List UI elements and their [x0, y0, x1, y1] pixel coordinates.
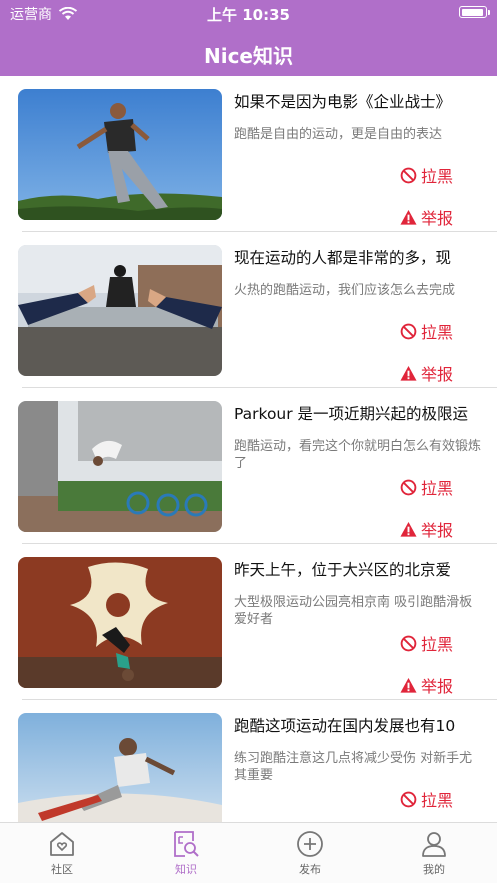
report-label: 举报 [421, 365, 454, 384]
tab-bar: 社区 知识 发布 我的 [0, 822, 497, 883]
article-thumbnail[interactable] [18, 713, 222, 822]
user-icon [422, 832, 446, 857]
warning-icon [400, 209, 417, 225]
tab-knowledge[interactable]: 知识 [124, 829, 248, 877]
plus-circle-icon [297, 831, 323, 857]
block-icon [400, 323, 417, 339]
tab-label: 知识 [175, 863, 197, 876]
block-button[interactable]: 拉黑 [400, 163, 453, 187]
article-title[interactable]: 跑酷这项运动在国内发展也有10 [234, 714, 487, 736]
article-description: 跑酷是自由的运动，更是自由的表达 [234, 127, 443, 142]
article-card[interactable]: 现在运动的人都是非常的多，现 火热的跑酷运动，我们应该怎么去完成 拉黑 举报 [0, 232, 497, 388]
tab-community[interactable]: 社区 [0, 829, 124, 877]
report-button[interactable]: 举报 [400, 673, 453, 697]
tab-label: 社区 [51, 863, 73, 876]
status-bar: 运营商 上午 10:35 [0, 0, 497, 26]
block-label: 拉黑 [421, 635, 454, 654]
warning-icon [400, 677, 417, 693]
header: 运营商 上午 10:35 Nice知识 [0, 0, 497, 76]
article-title[interactable]: 如果不是因为电影《企业战士》 [234, 90, 487, 112]
block-button[interactable]: 拉黑 [400, 631, 453, 655]
report-button[interactable]: 举报 [400, 205, 453, 229]
article-title[interactable]: 现在运动的人都是非常的多，现 [234, 246, 487, 268]
page-title: Nice知识 [203, 44, 293, 68]
report-button[interactable]: 举报 [400, 361, 453, 385]
article-title[interactable]: Parkour 是一项近期兴起的极限运 [234, 402, 487, 424]
tab-publish[interactable]: 发布 [248, 829, 372, 877]
block-icon [400, 479, 417, 495]
block-icon [400, 167, 417, 183]
article-thumbnail[interactable] [18, 89, 222, 220]
block-button[interactable]: 拉黑 [400, 475, 453, 499]
article-card[interactable]: 跑酷这项运动在国内发展也有10 练习跑酷注意这几点将减少受伤 对新手尤其重要 拉… [0, 700, 497, 822]
tab-label: 我的 [423, 863, 445, 876]
block-label: 拉黑 [421, 323, 454, 342]
article-description: 练习跑酷注意这几点将减少受伤 对新手尤其重要 [234, 751, 473, 783]
block-button[interactable]: 拉黑 [400, 787, 453, 811]
article-card[interactable]: 昨天上午，位于大兴区的北京爱 大型极限运动公园亮相京南 吸引跑酷滑板爱好者 拉黑… [0, 544, 497, 700]
report-label: 举报 [421, 677, 454, 696]
block-label: 拉黑 [421, 791, 454, 810]
report-label: 举报 [421, 209, 454, 228]
home-heart-icon [50, 832, 74, 856]
battery-level [461, 8, 484, 16]
block-label: 拉黑 [421, 479, 454, 498]
report-label: 举报 [421, 521, 454, 540]
warning-icon [400, 521, 417, 537]
block-button[interactable]: 拉黑 [400, 319, 453, 343]
block-icon [400, 635, 417, 651]
warning-icon [400, 365, 417, 381]
knowledge-icon [174, 831, 199, 857]
block-icon [400, 791, 417, 807]
article-thumbnail[interactable] [18, 557, 222, 688]
tab-label: 发布 [299, 863, 321, 876]
article-thumbnail[interactable] [18, 245, 222, 376]
block-label: 拉黑 [421, 167, 454, 186]
article-description: 大型极限运动公园亮相京南 吸引跑酷滑板爱好者 [234, 595, 473, 627]
tab-profile[interactable]: 我的 [372, 829, 496, 877]
article-description: 跑酷运动，看完这个你就明白怎么有效锻炼了 [234, 439, 482, 471]
article-card[interactable]: 如果不是因为电影《企业战士》 跑酷是自由的运动，更是自由的表达 拉黑 举报 [0, 76, 497, 232]
battery-icon [459, 6, 490, 18]
report-button[interactable]: 举报 [400, 517, 453, 541]
article-title[interactable]: 昨天上午，位于大兴区的北京爱 [234, 558, 487, 580]
article-thumbnail[interactable] [18, 401, 222, 532]
article-list[interactable]: 如果不是因为电影《企业战士》 跑酷是自由的运动，更是自由的表达 拉黑 举报 现在… [0, 76, 497, 822]
status-time: 上午 10:35 [207, 6, 290, 24]
article-description: 火热的跑酷运动，我们应该怎么去完成 [234, 283, 456, 298]
article-card[interactable]: Parkour 是一项近期兴起的极限运 跑酷运动，看完这个你就明白怎么有效锻炼了… [0, 388, 497, 544]
